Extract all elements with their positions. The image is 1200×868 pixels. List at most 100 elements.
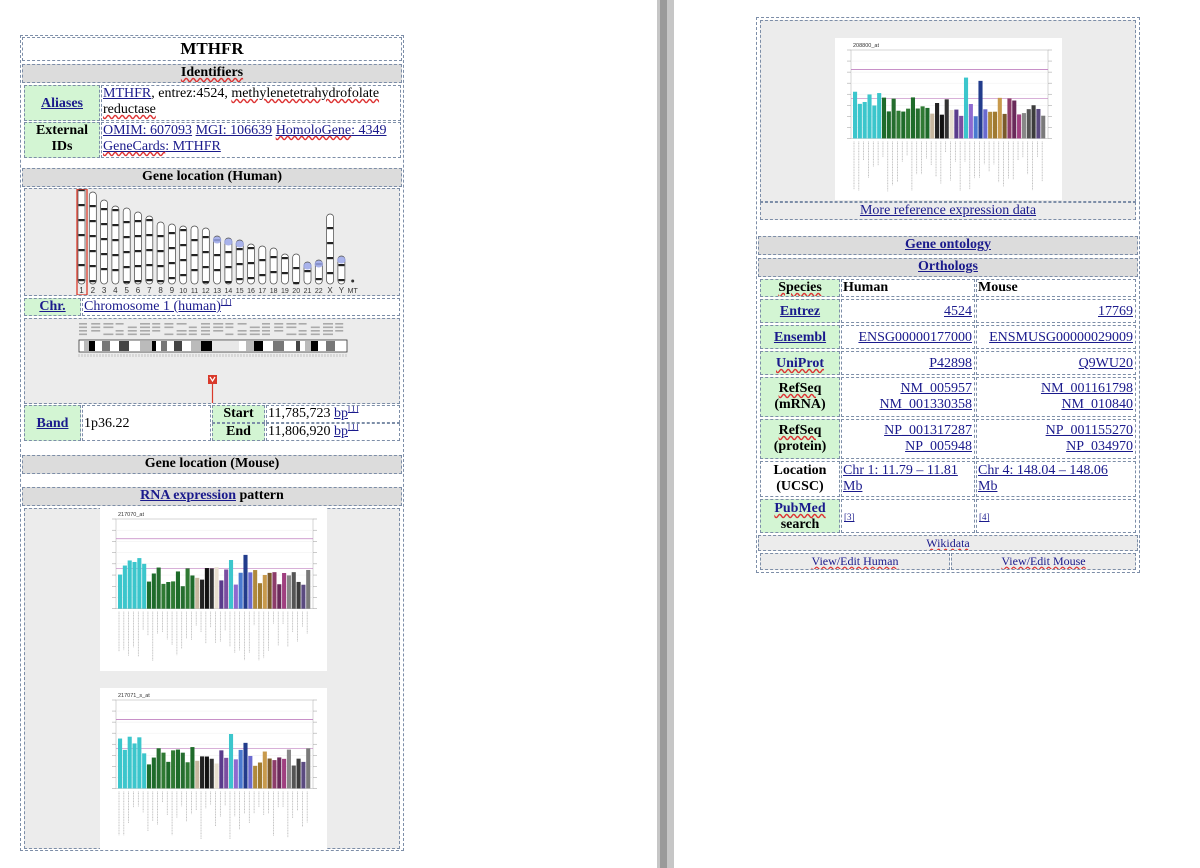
expression-bar: [963, 77, 969, 139]
chromosome-MT-shape: [351, 279, 355, 283]
omim-link[interactable]: OMIM: 607093: [103, 123, 192, 138]
start-value: 11,785,723 bp[1]: [266, 405, 400, 423]
expression-bar: [881, 97, 887, 139]
expression-bar: [151, 573, 156, 609]
expression-bar: [171, 581, 176, 609]
expression-chart-217070[interactable]: 217070_at: [100, 507, 327, 671]
expression-bar: [200, 756, 205, 789]
human-column-header: Human: [841, 279, 975, 297]
pubmed-mouse[interactable]: [4]: [976, 499, 1136, 533]
expression-bar: [1021, 113, 1026, 139]
chromosome-link[interactable]: Chromosome 1 (human): [84, 299, 221, 314]
rna-expression-link[interactable]: RNA expression: [140, 488, 236, 503]
chromosome-label-17: 17: [258, 288, 266, 295]
expression-bar: [968, 104, 973, 139]
probe-label: 217070_at: [118, 512, 144, 518]
uniprot-human[interactable]: P42898: [841, 351, 975, 375]
expression-chart-217071[interactable]: 217071_s_at: [100, 688, 327, 850]
wikidata-row[interactable]: Wikidata: [758, 535, 1138, 551]
chromosome-label-22: 22: [315, 288, 323, 295]
species-label: Species: [760, 279, 840, 297]
expression-bar: [175, 749, 181, 789]
expression-bar: [127, 560, 132, 609]
refseq-mrna-label: RefSeq (mRNA): [760, 377, 840, 417]
pubmed-human[interactable]: [3]: [841, 499, 975, 533]
refseq-mrna-human[interactable]: NM_005957 NM_001330358: [841, 377, 975, 417]
expression-bar: [195, 760, 200, 789]
expression-chart-208800[interactable]: 208800_at: [835, 38, 1062, 200]
expression-bar: [209, 758, 214, 789]
refseq-protein-mouse[interactable]: NP_001155270 NP_034970: [976, 419, 1136, 459]
uniprot-mouse[interactable]: Q9WU20: [976, 351, 1136, 375]
genecards-link[interactable]: GeneCards: MTHFR: [103, 139, 221, 154]
expression-bar: [983, 109, 988, 139]
expression-bar: [954, 109, 959, 139]
aliases-label[interactable]: Aliases: [24, 85, 100, 121]
gene-ontology-header[interactable]: Gene ontology: [758, 236, 1138, 255]
external-ids-label: External IDs: [24, 122, 100, 158]
expression-bar: [853, 91, 858, 139]
karyotype-panel: 1 2 3 4 5 6 7 8 9 10 11 12 13 14 15 16 17 18 19 20 21 22 X Y MT: [24, 188, 400, 296]
ensembl-label[interactable]: Ensembl: [760, 325, 840, 349]
expression-bar: [973, 116, 978, 139]
homologene-link[interactable]: HomoloGene: 4349: [276, 123, 387, 138]
chromosome-label-19: 19: [281, 288, 289, 295]
expression-bar: [219, 580, 224, 609]
expression-bar: [132, 743, 137, 789]
expression-bar: [286, 749, 291, 789]
refseq-mrna-mouse[interactable]: NM_001161798 NM_010840: [976, 377, 1136, 417]
expression-bar: [296, 758, 301, 789]
mgi-link[interactable]: MGI: 106639: [196, 123, 273, 138]
view-edit-human[interactable]: View/Edit Human: [760, 553, 950, 570]
entrez-human[interactable]: 4524: [841, 299, 975, 323]
expression-bar: [219, 750, 224, 789]
ensembl-mouse[interactable]: ENSMUSG00000029009: [976, 325, 1136, 349]
expression-bar: [910, 97, 916, 139]
chr-label[interactable]: Chr.: [24, 298, 81, 316]
expression-bar: [122, 565, 127, 609]
chromosome-label-6: 6: [136, 286, 141, 295]
expression-bar: [161, 583, 166, 609]
expression-bar: [118, 738, 123, 789]
more-expression-link[interactable]: More reference expression data: [860, 203, 1036, 218]
expression-bar: [161, 752, 166, 789]
chromosome-1-shape: [77, 189, 86, 285]
rna-expression-header: RNA expression pattern: [22, 487, 402, 506]
chromosome-label-21: 21: [304, 288, 312, 295]
band-label[interactable]: Band: [24, 405, 81, 441]
expression-bar: [1017, 114, 1022, 139]
orthologs-header[interactable]: Orthologs: [758, 258, 1138, 277]
uniprot-label[interactable]: UniProt: [760, 351, 840, 375]
chromosome-label-MT: MT: [348, 288, 359, 295]
expression-bar: [944, 99, 949, 139]
chromosome-label-14: 14: [225, 288, 233, 295]
expression-bar: [277, 584, 282, 609]
chromosome-label-X: X: [327, 286, 333, 295]
expression-bar: [306, 748, 311, 789]
end-label: End: [212, 423, 265, 441]
refseq-protein-human[interactable]: NP_001317287 NP_005948: [841, 419, 975, 459]
ensembl-human[interactable]: ENSG00000177000: [841, 325, 975, 349]
chromosome-label-4: 4: [113, 286, 118, 295]
chromosome-4-shape: [111, 205, 120, 285]
expression-bar: [190, 575, 195, 609]
expression-bar: [151, 757, 156, 789]
expression-bar: [1041, 115, 1046, 139]
document-page-left: MTHFR Identifiers Aliases MTHFR, entrez:…: [0, 0, 657, 868]
expression-bar: [267, 572, 272, 609]
entrez-label[interactable]: Entrez: [760, 299, 840, 323]
page-divider: [657, 0, 674, 868]
expression-bar: [185, 568, 190, 609]
expression-bar: [214, 763, 219, 789]
aliases-link[interactable]: MTHFR: [103, 86, 151, 101]
location-human[interactable]: Chr 1: 11.79 – 11.81 Mb: [841, 461, 975, 497]
location-mouse[interactable]: Chr 4: 148.04 – 148.06 Mb: [976, 461, 1136, 497]
expression-bar: [282, 758, 287, 789]
entrez-mouse[interactable]: 17769: [976, 299, 1136, 323]
probe-label: 217071_s_at: [118, 693, 150, 699]
view-edit-mouse[interactable]: View/Edit Mouse: [951, 553, 1136, 570]
pubmed-label[interactable]: PubMed search: [760, 499, 840, 533]
expression-bar: [988, 111, 993, 139]
expression-bar: [137, 737, 142, 789]
expression-bar: [156, 748, 161, 789]
